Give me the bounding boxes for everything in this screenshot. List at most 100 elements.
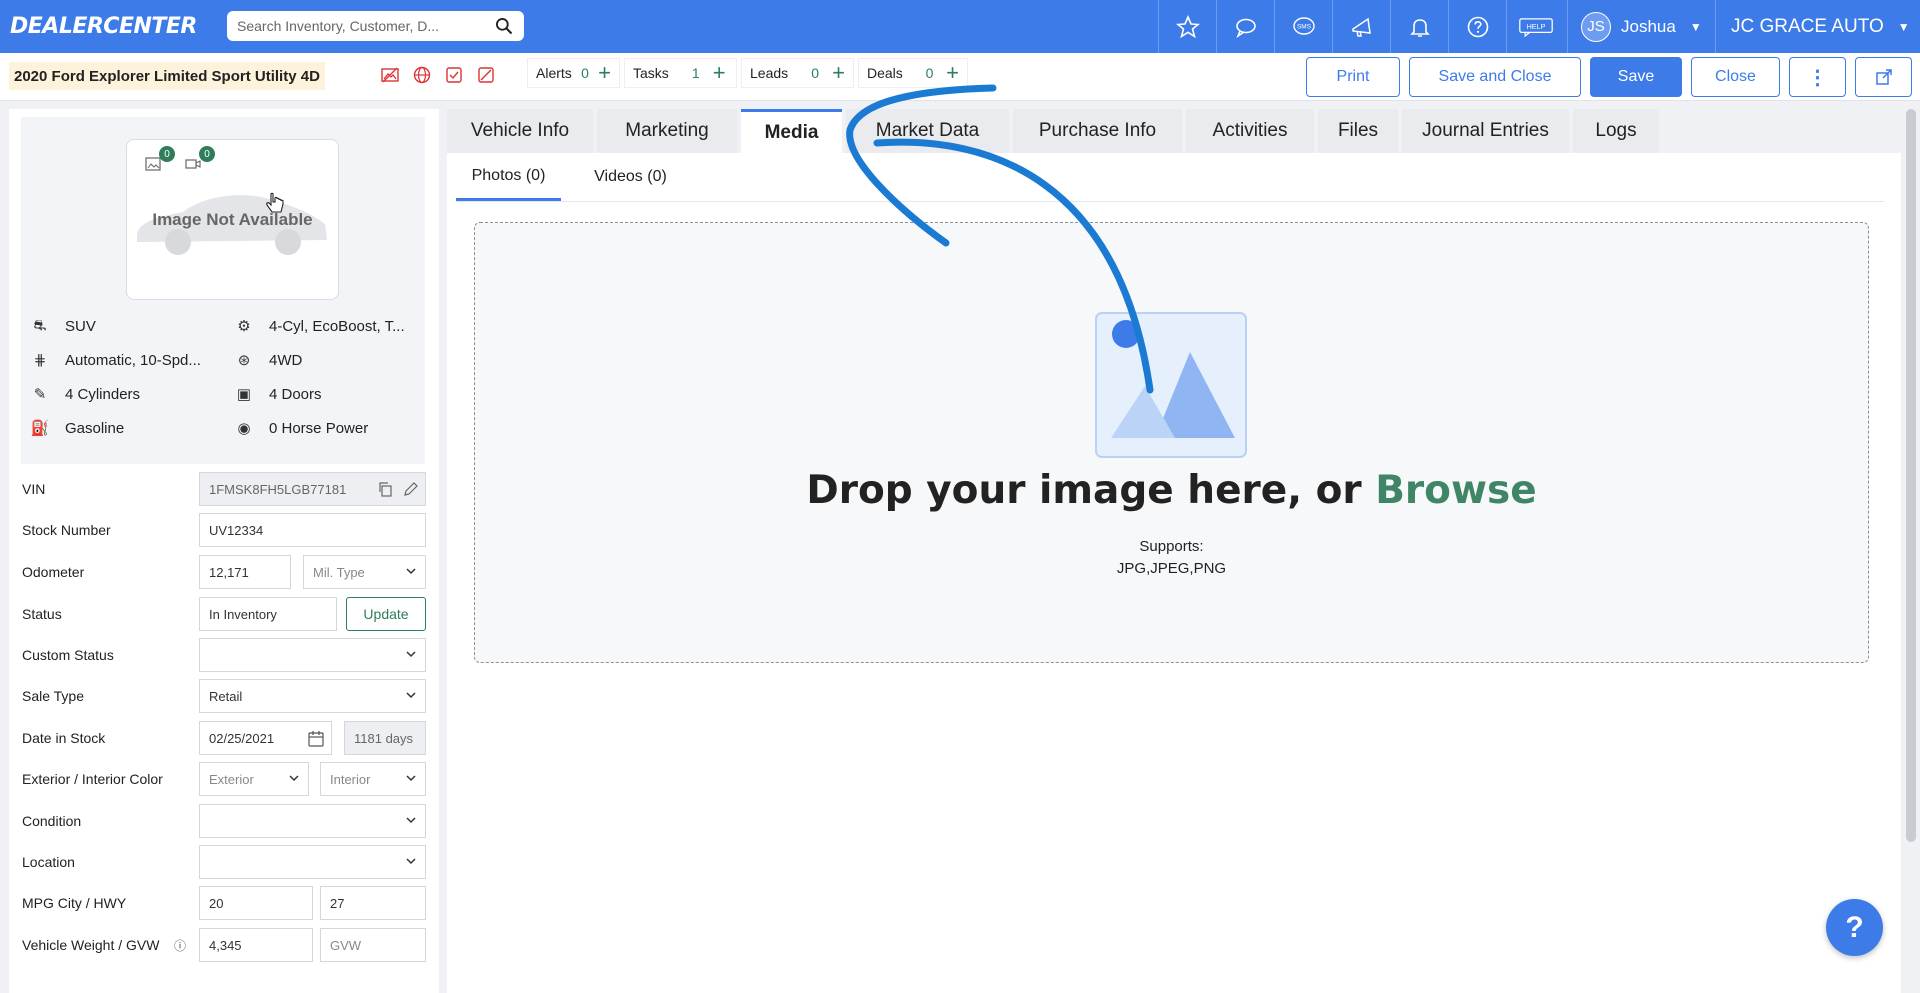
sale-type-select[interactable]: Retail [199, 679, 426, 713]
tab-purchase-info[interactable]: Purchase Info [1013, 109, 1182, 153]
formats-list: JPG,JPEG,PNG [1116, 560, 1227, 577]
image-icon [145, 157, 161, 171]
info-icon[interactable]: ⓘ [174, 937, 186, 954]
help-chat-button[interactable]: ? [1826, 899, 1883, 956]
tab-logs[interactable]: Logs [1573, 109, 1659, 153]
counter-label: Leads [750, 65, 789, 81]
search-input[interactable]: Search Inventory, Customer, D... [237, 18, 494, 34]
gvw-input[interactable]: GVW [320, 928, 426, 962]
custom-status-label: Custom Status [22, 647, 114, 663]
location-select[interactable] [199, 845, 426, 879]
counter-label: Alerts [536, 65, 572, 81]
global-search[interactable]: Search Inventory, Customer, D... [227, 11, 524, 41]
odometer-input[interactable]: 12,171 [199, 555, 291, 589]
status-row: Status In Inventory Update [9, 597, 439, 631]
custom-status-select[interactable] [199, 638, 426, 672]
color-row: Exterior / Interior Color Exterior Inter… [9, 762, 439, 796]
user-name: Joshua [1621, 16, 1676, 36]
tab-files[interactable]: Files [1318, 109, 1398, 153]
vehicle-thumbnail[interactable]: 0 0 Image Not Available [126, 139, 339, 300]
counter-value: 0 [925, 65, 934, 81]
deals-counter[interactable]: Deals 0 + [858, 58, 968, 88]
chat-button[interactable] [1216, 0, 1274, 53]
mpg-hwy-input[interactable]: 27 [320, 886, 426, 920]
tasks-counter[interactable]: Tasks 1 + [624, 58, 737, 88]
sms-button[interactable]: SMS [1274, 0, 1332, 53]
condition-select[interactable] [199, 804, 426, 838]
add-icon[interactable]: + [946, 62, 959, 84]
counter-label: Deals [867, 65, 903, 81]
checklist-icon[interactable] [444, 65, 464, 85]
pencil-icon[interactable] [403, 481, 419, 500]
page-scrollbar[interactable] [1906, 109, 1916, 842]
tab-videos[interactable]: Videos (0) [578, 153, 683, 201]
app-logo[interactable]: DEALERCENTER [0, 14, 227, 39]
tab-media[interactable]: Media [741, 109, 842, 153]
caret-down-icon: ▼ [1689, 19, 1702, 34]
condition-row: Condition [9, 804, 439, 838]
counter-value: 1 [691, 65, 700, 81]
image-dropzone[interactable]: Drop your image here, or Browse Supports… [474, 222, 1869, 663]
engine-icon: ⚙ [237, 318, 251, 335]
chevron-down-icon [406, 775, 416, 782]
tab-vehicle-info[interactable]: Vehicle Info [447, 109, 593, 153]
add-icon[interactable]: + [832, 62, 845, 84]
chat-icon [1235, 18, 1256, 38]
vehicle-weight-input[interactable]: 4,345 [199, 928, 313, 962]
interior-color-select[interactable]: Interior [320, 762, 426, 796]
tab-activities[interactable]: Activities [1186, 109, 1314, 153]
stock-number-input[interactable]: UV12334 [199, 513, 426, 547]
favorites-button[interactable] [1158, 0, 1216, 53]
supported-formats: Supports: JPG,JPEG,PNG [475, 536, 1868, 580]
update-status-button[interactable]: Update [346, 597, 426, 631]
notifications-button[interactable] [1390, 0, 1448, 53]
save-button[interactable]: Save [1590, 57, 1682, 97]
user-menu[interactable]: JS Joshua ▼ [1567, 0, 1715, 53]
mpg-city-input[interactable]: 20 [199, 886, 313, 920]
mpg-label: MPG City / HWY [22, 895, 127, 911]
question-button[interactable] [1448, 0, 1506, 53]
help-button[interactable]: HELP [1506, 0, 1564, 53]
mileage-type-select[interactable]: Mil. Type [303, 555, 426, 589]
save-and-close-button[interactable]: Save and Close [1409, 57, 1581, 97]
sale-type-row: Sale Type Retail [9, 679, 439, 713]
alerts-counter[interactable]: Alerts 0 + [527, 58, 620, 88]
copy-icon[interactable] [377, 481, 393, 500]
edit-disabled-icon[interactable] [476, 65, 496, 85]
video-count[interactable]: 0 [181, 146, 215, 174]
spec-transmission: ⋕ Automatic, 10-Spd... [29, 351, 201, 370]
status-label: Status [22, 606, 62, 622]
days-in-stock: 1181 days [344, 721, 426, 755]
announcements-button[interactable] [1332, 0, 1390, 53]
kebab-icon: ⋮ [1807, 66, 1828, 89]
chevron-down-icon [406, 692, 416, 699]
add-icon[interactable]: + [713, 62, 726, 84]
dealer-menu[interactable]: JC GRACE AUTO ▼ [1715, 0, 1920, 53]
photo-count[interactable]: 0 [141, 146, 175, 174]
open-external-button[interactable] [1855, 57, 1912, 97]
calendar-icon[interactable] [307, 730, 325, 748]
add-icon[interactable]: + [598, 62, 611, 84]
counter-value: 0 [811, 65, 820, 81]
browse-link[interactable]: Browse [1375, 468, 1536, 513]
close-button[interactable]: Close [1691, 57, 1780, 97]
tab-marketing[interactable]: Marketing [597, 109, 737, 153]
cylinder-icon: ✎ [33, 386, 47, 403]
dropzone-text: Drop your image here, or Browse [806, 468, 1537, 513]
vehicle-summary-panel: 0 0 Image Not Available ⛐ SUV ⚙ 4-Cyl, Eco… [9, 109, 439, 993]
tab-journal-entries[interactable]: Journal Entries [1402, 109, 1569, 153]
exterior-color-select[interactable]: Exterior [199, 762, 309, 796]
date-in-stock-input[interactable]: 02/25/2021 [199, 721, 332, 755]
location-label: Location [22, 854, 75, 870]
globe-icon[interactable] [412, 65, 432, 85]
chevron-down-icon [406, 568, 416, 575]
image-error-icon[interactable] [380, 65, 400, 85]
search-icon[interactable] [494, 16, 514, 36]
leads-counter[interactable]: Leads 0 + [741, 58, 854, 88]
spec-drivetrain: ⊛ 4WD [233, 351, 303, 370]
help-icon: HELP [1518, 17, 1553, 37]
more-options-button[interactable]: ⋮ [1789, 57, 1846, 97]
tab-market-data[interactable]: Market Data [846, 109, 1009, 153]
tab-photos[interactable]: Photos (0) [456, 153, 561, 201]
print-button[interactable]: Print [1306, 57, 1400, 97]
